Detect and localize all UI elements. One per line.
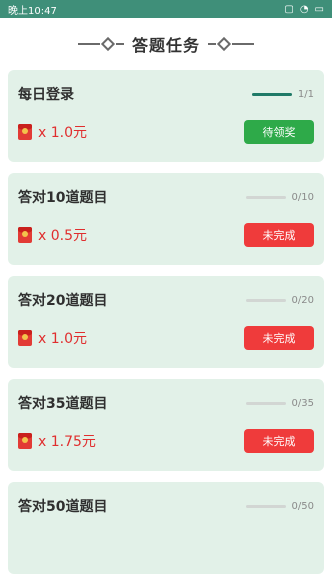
task-card-answer-35: 答对35道题目 0/35 x 1.75元 未完成 [8,379,324,471]
reward: x 0.5元 [18,225,87,245]
red-envelope-icon [18,124,32,140]
task-progress: 0/50 [245,500,314,512]
task-card-daily-login: 每日登录 1/1 x 1.0元 待领奖 [8,70,324,162]
claim-reward-button[interactable]: 待领奖 [244,120,314,144]
task-name: 答对35道题目 [18,396,108,412]
red-envelope-icon [18,227,32,243]
status-time: 晚上10:47 [8,5,57,17]
not-completed-button[interactable]: 未完成 [244,429,314,453]
status-icons: ▢ ◔ ▭ [284,4,324,15]
progress-bar [245,401,286,405]
not-completed-button[interactable]: 未完成 [244,326,314,350]
task-card-answer-50: 答对50道题目 0/50 [8,482,324,574]
progress-bar [245,504,286,508]
task-name: 每日登录 [18,87,74,103]
red-envelope-icon [18,330,32,346]
task-name: 答对10道题目 [18,190,108,206]
title-decoration-left [77,36,124,52]
reward: x 1.0元 [18,328,87,348]
title-decoration-right [208,36,254,52]
progress-bar [245,195,286,199]
notification-icon: ▢ [284,3,294,15]
reward: x 1.75元 [18,431,96,451]
task-name: 答对50道题目 [18,499,108,515]
task-panel: 答题任务 每日登录 1/1 x 1.0元 待领奖 答对10道题目 0/10 x … [0,18,332,574]
task-card-answer-10: 答对10道题目 0/10 x 0.5元 未完成 [8,173,324,265]
progress-fill [251,92,292,96]
wifi-icon: ◔ [299,3,309,15]
progress-text: 0/50 [291,500,314,512]
reward-amount: x 0.5元 [38,228,87,244]
reward: x 1.0元 [18,122,87,142]
status-bar: 晚上10:47 ▢ ◔ ▭ [0,0,332,18]
red-envelope-icon [18,433,32,449]
task-card-answer-20: 答对20道题目 0/20 x 1.0元 未完成 [8,276,324,368]
task-progress: 0/20 [245,294,314,306]
reward-amount: x 1.0元 [38,125,87,141]
reward-amount: x 1.75元 [38,434,96,450]
progress-text: 0/10 [291,191,314,203]
page-title: 答题任务 [131,36,200,55]
task-name: 答对20道题目 [18,293,108,309]
progress-text: 0/20 [291,294,314,306]
task-progress: 0/35 [245,397,314,409]
battery-icon: ▭ [314,3,324,15]
progress-bar [251,92,292,96]
progress-text: 1/1 [297,88,314,100]
progress-text: 0/35 [291,397,314,409]
progress-bar [245,298,286,302]
reward-amount: x 1.0元 [38,331,87,347]
task-progress: 1/1 [251,88,314,100]
not-completed-button[interactable]: 未完成 [244,223,314,247]
title-bar: 答题任务 [0,18,332,70]
task-progress: 0/10 [245,191,314,203]
